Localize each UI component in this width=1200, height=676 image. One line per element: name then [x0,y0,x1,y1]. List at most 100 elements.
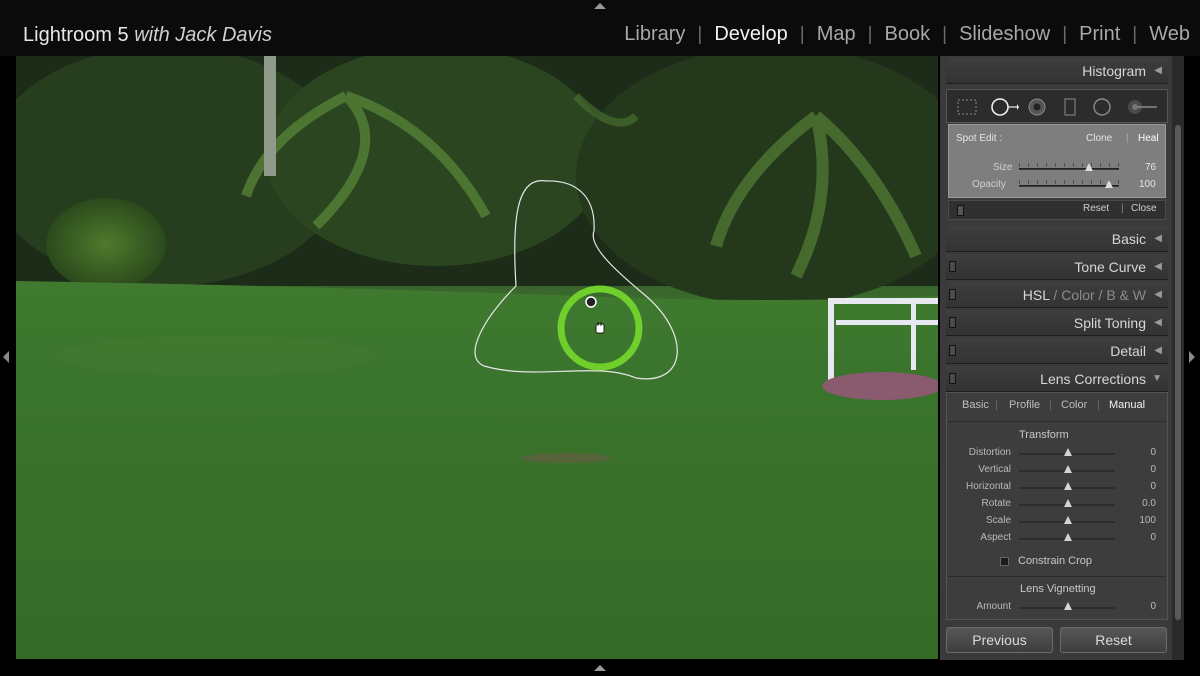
expand-left-panel-arrow-icon[interactable] [3,351,9,363]
collapse-triangle-icon: ◀ [1154,65,1162,76]
panel-title: Basic [1111,231,1146,247]
panel-title: HSL / Color / B & W [1023,287,1146,303]
graduated-filter-icon[interactable] [1059,96,1081,118]
button-separator: | [1121,203,1124,214]
module-slideshow[interactable]: Slideshow [947,23,1062,46]
color-tab[interactable]: Color [1061,287,1094,303]
hsl-tab[interactable]: HSL [1023,287,1050,303]
rotate-label: Rotate [981,498,1011,509]
collapse-top-panel-arrow-icon[interactable] [594,3,606,9]
module-print[interactable]: Print [1067,23,1132,46]
spot-edit-box: Spot Edit : Clone | Heal Size 76 Opacity… [948,124,1166,198]
basic-panel-header[interactable]: Basic ◀ [946,226,1168,252]
opacity-slider[interactable] [1019,180,1119,189]
size-slider[interactable] [1019,163,1119,172]
scale-label: Scale [985,515,1011,526]
aspect-value[interactable]: 0 [1120,532,1156,543]
tab-separator: | [1049,399,1052,411]
tab-separator: | [1097,399,1100,411]
hsl-panel-header[interactable]: HSL / Color / B & W ◀ [946,282,1168,308]
bw-tab[interactable]: B & W [1106,287,1146,303]
lens-tab-basic[interactable]: Basic [962,399,989,411]
horizontal-label: Horizontal [965,481,1011,492]
spot-removal-icon[interactable] [989,96,1019,118]
constrain-crop-checkbox[interactable] [1000,557,1009,566]
panel-toggle-switch[interactable] [949,317,956,328]
clone-mode-button[interactable]: Clone [1086,133,1112,144]
scale-value[interactable]: 100 [1120,515,1156,526]
opacity-slider-thumb[interactable] [1105,180,1113,188]
reset-button[interactable]: Reset [1060,627,1167,653]
crop-overlay-icon[interactable] [956,96,978,118]
lens-tabs: Basic | Profile | Color | Manual [948,396,1166,418]
split-toning-panel-header[interactable]: Split Toning ◀ [946,310,1168,336]
module-bar: Lightroom 5 with Jack Davis Library | De… [0,0,1200,56]
mode-separator: | [1126,133,1129,144]
opacity-label: Opacity [972,179,1006,190]
brand-sub: with Jack Davis [134,24,272,46]
vertical-value[interactable]: 0 [1120,464,1156,475]
spot-close-button[interactable]: Close [1131,203,1157,214]
photo-canvas[interactable] [16,56,938,659]
lens-tab-manual[interactable]: Manual [1109,399,1145,411]
panel-title: Tone Curve [1074,259,1146,275]
detail-panel-header[interactable]: Detail ◀ [946,338,1168,364]
histogram-panel-header[interactable]: Histogram ◀ [946,58,1168,84]
panel-toggle-switch[interactable] [949,289,956,300]
size-label: Size [993,162,1013,173]
expand-triangle-icon: ▼ [1152,373,1162,384]
amount-label: Amount [976,601,1011,612]
collapse-right-panel-arrow-icon[interactable] [1189,351,1195,363]
radial-filter-icon[interactable] [1091,96,1113,118]
module-library[interactable]: Library [612,23,697,46]
rotate-value[interactable]: 0.0 [1120,498,1156,509]
divider [948,576,1166,577]
expand-filmstrip-arrow-icon[interactable] [594,665,606,671]
module-book[interactable]: Book [873,23,943,46]
scale-slider[interactable] [1019,516,1115,525]
red-eye-icon[interactable] [1026,96,1048,118]
tool-overlay-switch[interactable] [957,205,964,216]
opacity-value[interactable]: 100 [1139,179,1156,190]
size-value[interactable]: 76 [1145,162,1156,173]
identity-plate: Lightroom 5 with Jack Davis [23,24,272,47]
module-map[interactable]: Map [805,23,868,46]
module-web[interactable]: Web [1137,23,1190,46]
aspect-slider[interactable] [1019,533,1115,542]
heal-mode-button[interactable]: Heal [1138,133,1159,144]
distortion-value[interactable]: 0 [1120,447,1156,458]
size-slider-thumb[interactable] [1085,163,1093,171]
tool-strip [946,89,1168,123]
horizontal-value[interactable]: 0 [1120,481,1156,492]
vertical-label: Vertical [978,464,1011,475]
amount-slider[interactable] [1019,602,1115,611]
collapse-triangle-icon: ◀ [1154,345,1162,356]
adjustment-brush-icon[interactable] [1125,96,1161,118]
horizontal-slider[interactable] [1019,482,1115,491]
lens-tab-profile[interactable]: Profile [1009,399,1040,411]
lens-corrections-panel-header[interactable]: Lens Corrections ▼ [946,366,1168,392]
collapse-triangle-icon: ◀ [1154,233,1162,244]
tone-curve-panel-header[interactable]: Tone Curve ◀ [946,254,1168,280]
spot-pin-icon[interactable] [585,296,597,308]
lens-tab-color[interactable]: Color [1061,399,1087,411]
amount-value[interactable]: 0 [1120,601,1156,612]
vertical-slider[interactable] [1019,465,1115,474]
rotate-slider[interactable] [1019,499,1115,508]
lens-vignetting-title: Lens Vignetting [1020,583,1096,595]
divider [948,421,1166,422]
panel-toggle-switch[interactable] [949,261,956,272]
panel-title: Histogram [1082,63,1146,79]
panel-toggle-switch[interactable] [949,345,956,356]
panel-scrollbar-thumb[interactable] [1175,125,1181,620]
distortion-slider[interactable] [1019,448,1115,457]
panel-title: Detail [1110,343,1146,359]
brand-main: Lightroom 5 [23,24,129,46]
tab-separator: | [995,399,998,411]
module-develop[interactable]: Develop [702,23,799,46]
previous-button[interactable]: Previous [946,627,1053,653]
spot-reset-button[interactable]: Reset [1083,203,1109,214]
panel-toggle-switch[interactable] [949,373,956,384]
collapse-triangle-icon: ◀ [1154,317,1162,328]
panel-title: Lens Corrections [1040,371,1146,387]
